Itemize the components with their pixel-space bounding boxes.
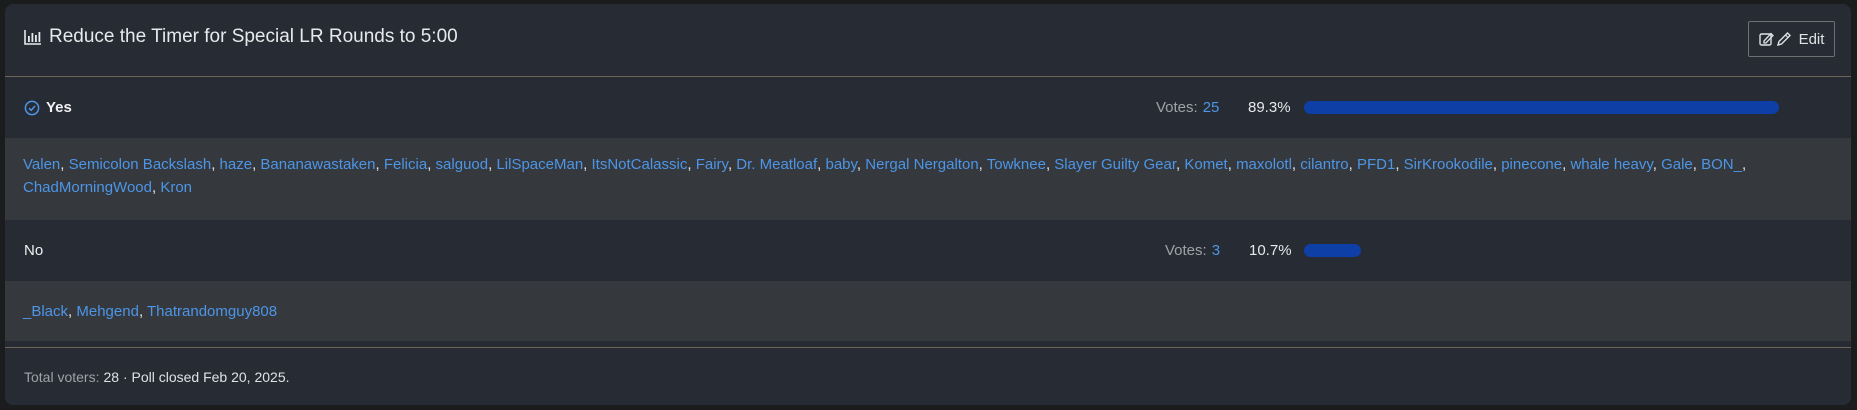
voter-link[interactable]: salguod [436, 156, 489, 173]
option-label: Yes [24, 77, 72, 138]
voter-link[interactable]: Mehgend [76, 303, 139, 320]
check-circle-icon [24, 100, 40, 115]
poll-title-text: Reduce the Timer for Special LR Rounds t… [49, 26, 458, 47]
edit-icon [1758, 32, 1791, 47]
voter-separator: , [1348, 156, 1357, 173]
voter-separator: , [687, 156, 696, 173]
votes-number[interactable]: 3 [1212, 242, 1220, 259]
voter-separator: , [60, 156, 69, 173]
option-label: No [24, 220, 43, 281]
poll-option-yes: Yes Votes: 25 89.3% [5, 77, 1851, 138]
voter-link[interactable]: pinecone [1501, 156, 1562, 173]
poll-title: Reduce the Timer for Special LR Rounds t… [23, 26, 458, 48]
voter-link[interactable]: Semicolon Backslash [69, 156, 212, 173]
voter-separator: , [1227, 156, 1237, 173]
voter-separator: , [427, 156, 436, 173]
voter-link[interactable]: Valen [23, 156, 60, 173]
voter-link[interactable]: Kron [160, 179, 192, 196]
voter-link[interactable]: Thatrandomguy808 [147, 303, 277, 320]
voter-separator: , [1741, 156, 1747, 173]
voter-link[interactable]: LilSpaceMan [496, 156, 583, 173]
votes-number[interactable]: 25 [1203, 99, 1220, 116]
voter-link[interactable]: Fairy [696, 156, 728, 173]
edit-label: Edit [1798, 30, 1825, 48]
poll-header: Reduce the Timer for Special LR Rounds t… [5, 4, 1851, 77]
voters-list-no: _Black, Mehgend, Thatrandomguy808 [5, 281, 1851, 341]
voter-link[interactable]: Nergal Nergalton [865, 156, 978, 173]
bar-chart-icon [24, 30, 41, 45]
vote-count: Votes: 25 [1156, 77, 1219, 138]
voter-separator: , [583, 156, 592, 173]
poll-footer: Total voters: 28 · Poll closed Feb 20, 2… [5, 347, 1851, 405]
voter-link[interactable]: Towknee [987, 156, 1046, 173]
voters-list-yes: Valen, Semicolon Backslash, haze, Banana… [5, 138, 1851, 220]
voter-link[interactable]: Slayer Guilty Gear [1054, 156, 1176, 173]
voter-link[interactable]: cilantro [1300, 156, 1348, 173]
vote-bar-fill [1304, 101, 1779, 114]
option-label-text: Yes [46, 99, 72, 116]
vote-bar-fill [1304, 244, 1361, 257]
voter-link[interactable]: whale heavy [1570, 156, 1652, 173]
voter-link[interactable]: Komet [1184, 156, 1227, 173]
voter-separator: , [1692, 156, 1702, 173]
voter-link[interactable]: maxolotl [1236, 156, 1292, 173]
vote-count: Votes: 3 [1165, 220, 1220, 281]
votes-label: Votes: [1165, 242, 1207, 259]
total-voters-value: 28 · Poll closed Feb 20, 2025. [103, 368, 290, 385]
poll-option-no: No Votes: 3 10.7% [5, 220, 1851, 281]
voter-separator: , [1652, 156, 1662, 173]
voter-separator: , [1395, 156, 1404, 173]
voter-link[interactable]: baby [826, 156, 857, 173]
voter-separator: , [1492, 156, 1502, 173]
voter-link[interactable]: Dr. Meatloaf [736, 156, 817, 173]
poll-panel: Reduce the Timer for Special LR Rounds t… [5, 4, 1851, 405]
vote-bar [1304, 244, 1779, 257]
voter-link[interactable]: BON_ [1701, 156, 1742, 173]
voter-separator: , [138, 303, 148, 320]
vote-percent: 10.7% [1249, 242, 1292, 259]
total-voters-label: Total voters: [24, 368, 100, 385]
vote-bar [1304, 101, 1779, 114]
votes-label: Votes: [1156, 99, 1198, 116]
voter-link[interactable]: Gale [1661, 156, 1693, 173]
voter-separator: , [978, 156, 987, 173]
voter-link[interactable]: Bananawastaken [260, 156, 375, 173]
voter-separator: , [211, 156, 220, 173]
option-label-text: No [24, 242, 44, 259]
voter-link[interactable]: haze [220, 156, 253, 173]
edit-button[interactable]: Edit [1748, 21, 1835, 57]
voter-link[interactable]: PFD1 [1357, 156, 1395, 173]
voter-separator: , [817, 156, 826, 173]
voter-link[interactable]: SirKrookodile [1404, 156, 1493, 173]
voter-link[interactable]: Felicia [384, 156, 427, 173]
vote-percent: 89.3% [1248, 99, 1291, 116]
voter-link[interactable]: ChadMorningWood [23, 179, 152, 196]
voter-separator: , [856, 156, 866, 173]
voter-separator: , [375, 156, 384, 173]
voter-separator: , [1291, 156, 1301, 173]
voter-link[interactable]: ItsNotCalassic [592, 156, 688, 173]
voter-link[interactable]: _Black [23, 303, 68, 320]
